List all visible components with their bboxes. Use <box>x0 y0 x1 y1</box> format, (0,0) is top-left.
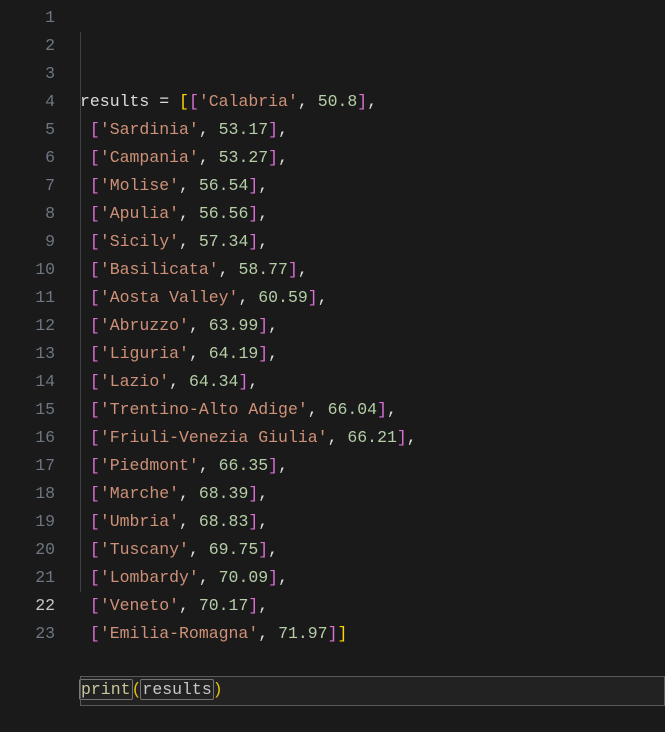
line-number: 12 <box>0 312 55 340</box>
line-number: 1 <box>0 4 55 32</box>
line-number: 10 <box>0 256 55 284</box>
line-number: 15 <box>0 396 55 424</box>
argument: results <box>140 679 213 700</box>
line-number: 2 <box>0 32 55 60</box>
code-line[interactable]: ['Molise', 56.54], <box>80 172 665 200</box>
code-line[interactable]: ['Basilicata', 58.77], <box>80 256 665 284</box>
line-number: 8 <box>0 200 55 228</box>
code-line[interactable]: ['Sardinia', 53.17], <box>80 116 665 144</box>
line-number: 21 <box>0 564 55 592</box>
code-line[interactable]: ['Marche', 68.39], <box>80 480 665 508</box>
code-area[interactable]: results = [['Calabria', 50.8], ['Sardini… <box>65 0 665 669</box>
code-line[interactable]: ['Friuli-Venezia Giulia', 66.21], <box>80 424 665 452</box>
code-line-empty[interactable] <box>80 648 665 676</box>
code-line[interactable]: ['Aosta Valley', 60.59], <box>80 284 665 312</box>
line-number: 5 <box>0 116 55 144</box>
code-editor[interactable]: 1234567891011121314151617181920212223 re… <box>0 0 665 669</box>
line-number: 4 <box>0 88 55 116</box>
code-line[interactable]: ['Liguria', 64.19], <box>80 340 665 368</box>
indent-guide <box>80 32 81 592</box>
code-line[interactable]: results = [['Calabria', 50.8], <box>80 88 665 116</box>
line-number: 9 <box>0 228 55 256</box>
function-call: print <box>79 679 133 700</box>
line-number: 7 <box>0 172 55 200</box>
line-number: 22 <box>0 592 55 620</box>
code-line[interactable]: ['Campania', 53.27], <box>80 144 665 172</box>
code-line[interactable]: ['Sicily', 57.34], <box>80 228 665 256</box>
code-line[interactable]: ['Tuscany', 69.75], <box>80 536 665 564</box>
line-number: 11 <box>0 284 55 312</box>
code-line[interactable]: ['Umbria', 68.83], <box>80 508 665 536</box>
code-line-empty[interactable] <box>80 704 665 732</box>
line-number: 18 <box>0 480 55 508</box>
line-number: 19 <box>0 508 55 536</box>
code-line[interactable]: ['Piedmont', 66.35], <box>80 452 665 480</box>
code-line[interactable]: ['Lazio', 64.34], <box>80 368 665 396</box>
line-number: 6 <box>0 144 55 172</box>
line-number: 20 <box>0 536 55 564</box>
line-number: 13 <box>0 340 55 368</box>
code-line[interactable]: ['Apulia', 56.56], <box>80 200 665 228</box>
line-number-gutter: 1234567891011121314151617181920212223 <box>0 0 65 669</box>
code-line[interactable]: ['Lombardy', 70.09], <box>80 564 665 592</box>
code-line[interactable]: ['Trentino-Alto Adige', 66.04], <box>80 396 665 424</box>
code-line[interactable]: ['Emilia-Romagna', 71.97]] <box>80 620 665 648</box>
code-line-active[interactable]: print(results) <box>80 676 665 704</box>
line-number: 3 <box>0 60 55 88</box>
code-line[interactable]: ['Veneto', 70.17], <box>80 592 665 620</box>
line-number: 23 <box>0 620 55 648</box>
code-line[interactable]: ['Abruzzo', 63.99], <box>80 312 665 340</box>
line-number: 14 <box>0 368 55 396</box>
line-number: 16 <box>0 424 55 452</box>
line-number: 17 <box>0 452 55 480</box>
